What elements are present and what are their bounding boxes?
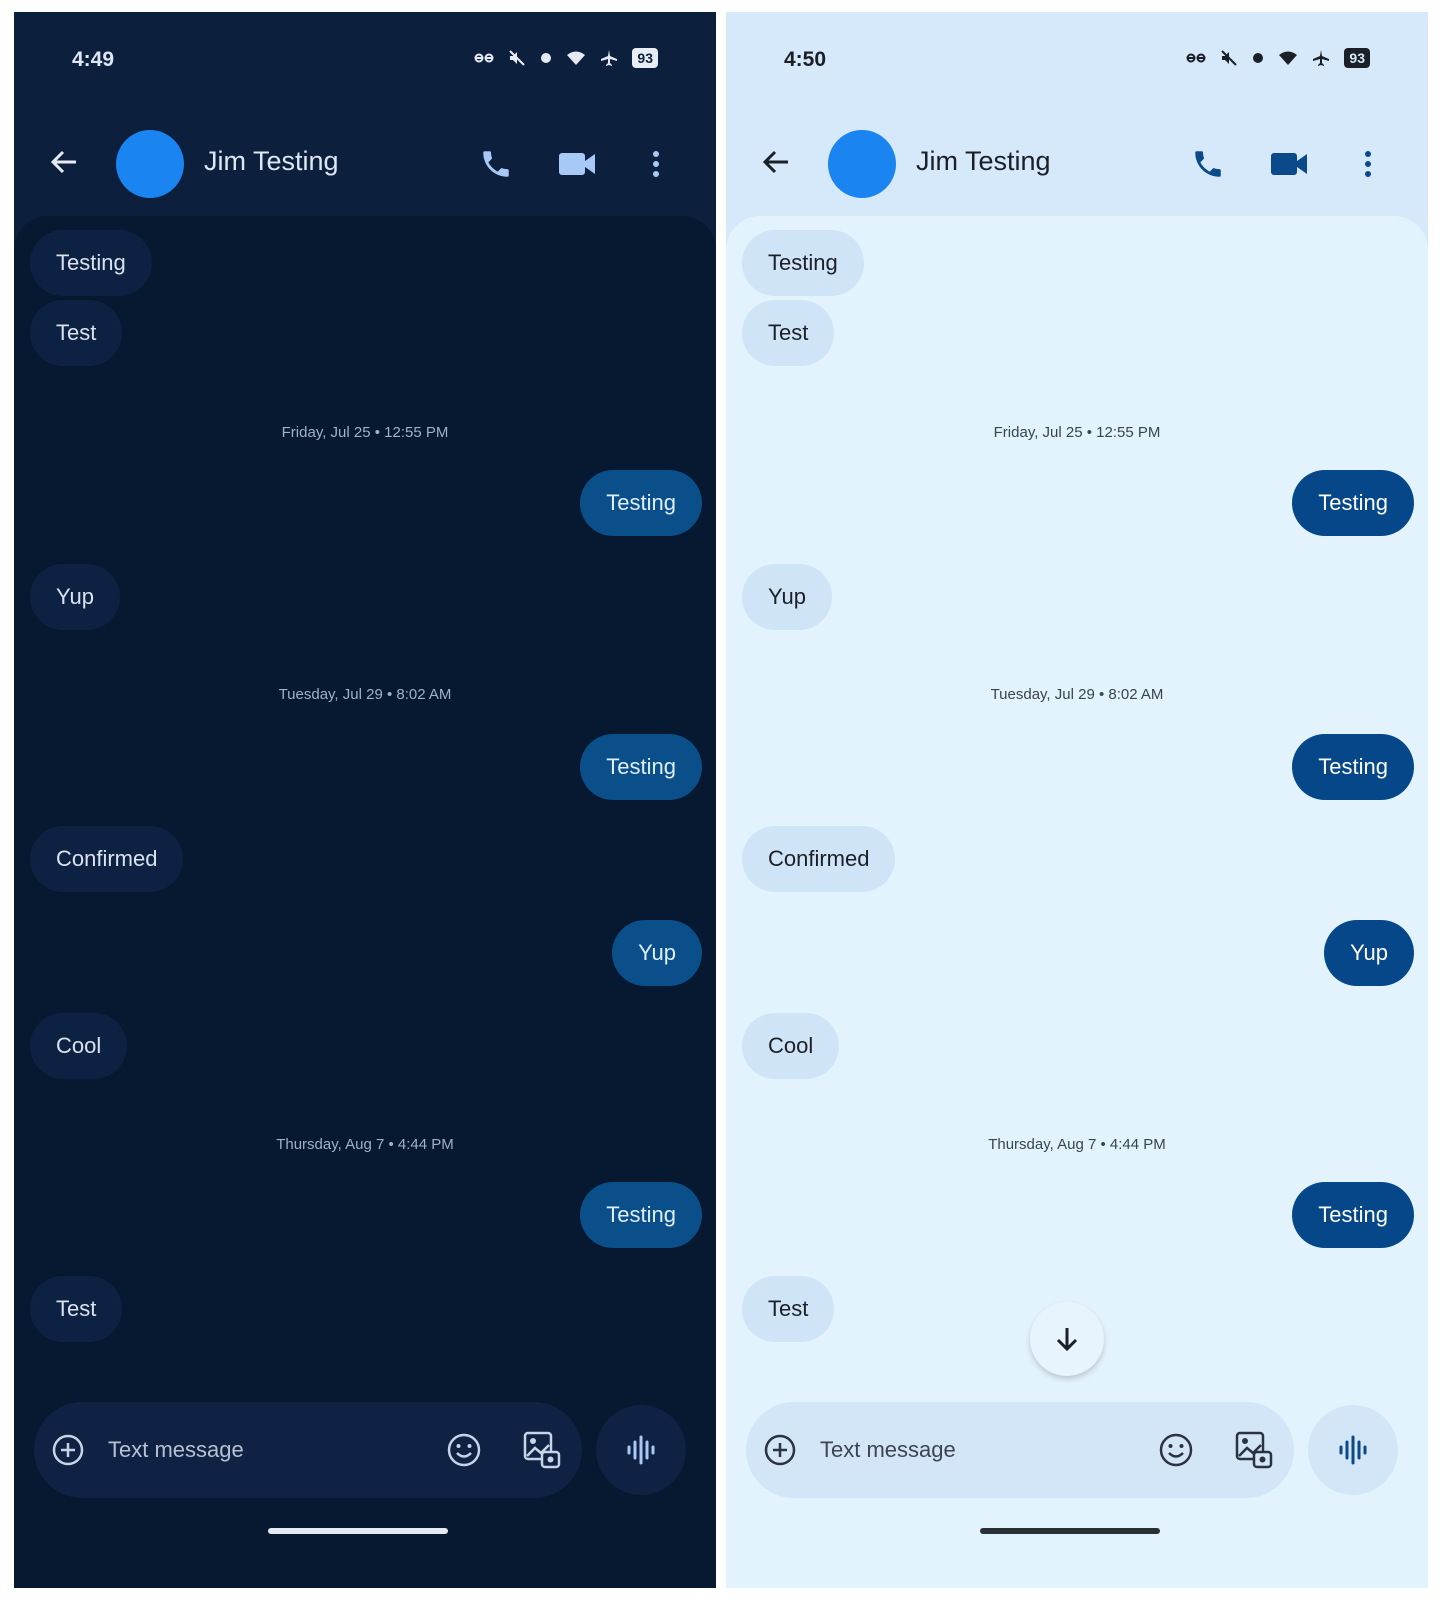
call-button[interactable] — [1186, 144, 1230, 184]
message-bubble-incoming[interactable]: Confirmed — [742, 826, 896, 892]
video-call-button[interactable] — [552, 144, 602, 184]
plus-circle-icon — [52, 1434, 84, 1466]
back-button[interactable] — [44, 142, 84, 182]
wifi-icon — [566, 50, 586, 66]
message-bubble-incoming[interactable]: Yup — [742, 564, 832, 630]
scroll-to-bottom-button[interactable] — [1030, 1302, 1104, 1376]
status-time: 4:49 — [72, 48, 115, 71]
message-list[interactable]: Testing Test Friday, Jul 25 • 12:55 PM T… — [726, 216, 1428, 1588]
waveform-icon — [627, 1435, 655, 1465]
phone-icon — [1195, 151, 1221, 177]
date-separator: Tuesday, Jul 29 • 8:02 AM — [278, 686, 452, 703]
link-icon — [1186, 52, 1206, 64]
add-attachment-button[interactable] — [760, 1430, 800, 1470]
message-input[interactable] — [108, 1432, 428, 1468]
date-separator: Friday, Jul 25 • 12:55 PM — [993, 424, 1161, 441]
status-icons: 93 — [474, 48, 658, 68]
message-bubble-outgoing[interactable]: Yup — [612, 920, 702, 986]
avatar[interactable] — [828, 130, 896, 198]
dot-icon — [1252, 52, 1264, 64]
emoji-icon — [447, 1433, 481, 1467]
compose-bar — [34, 1402, 582, 1498]
waveform-icon — [1339, 1435, 1367, 1465]
date-separator: Tuesday, Jul 29 • 8:02 AM — [990, 686, 1164, 703]
phone-screen-dark: 4:49 93 Jim Testing Testing Test Friday,… — [14, 12, 716, 1588]
contact-name[interactable]: Jim Testing — [916, 146, 1051, 177]
link-icon — [474, 52, 494, 64]
compose-bar — [746, 1402, 1294, 1498]
gallery-icon — [1235, 1431, 1273, 1469]
message-input[interactable] — [820, 1432, 1140, 1468]
gallery-button[interactable] — [520, 1428, 564, 1472]
arrow-left-icon — [50, 150, 76, 174]
dot-icon — [540, 52, 552, 64]
message-bubble-outgoing[interactable]: Testing — [580, 470, 702, 536]
arrow-down-icon — [1056, 1328, 1078, 1352]
video-camera-icon — [1271, 153, 1307, 175]
voice-message-button[interactable] — [596, 1405, 686, 1495]
message-bubble-incoming[interactable]: Yup — [30, 564, 120, 630]
message-bubble-incoming[interactable]: Testing — [30, 230, 152, 296]
status-icons: 93 — [1186, 48, 1370, 68]
message-bubble-outgoing[interactable]: Testing — [1292, 734, 1414, 800]
gallery-button[interactable] — [1232, 1428, 1276, 1472]
message-bubble-outgoing[interactable]: Testing — [580, 1182, 702, 1248]
more-vert-icon — [653, 151, 659, 177]
home-indicator[interactable] — [980, 1528, 1160, 1534]
phone-icon — [483, 151, 509, 177]
video-camera-icon — [559, 153, 595, 175]
voice-message-button[interactable] — [1308, 1405, 1398, 1495]
video-call-button[interactable] — [1264, 144, 1314, 184]
gallery-icon — [523, 1431, 561, 1469]
date-separator: Thursday, Aug 7 • 4:44 PM — [988, 1136, 1166, 1153]
status-time: 4:50 — [784, 48, 827, 71]
mute-icon — [508, 49, 526, 67]
airplane-icon — [1312, 49, 1330, 67]
more-vert-icon — [1365, 151, 1371, 177]
more-options-button[interactable] — [636, 144, 676, 184]
emoji-button[interactable] — [444, 1430, 484, 1470]
mute-icon — [1220, 49, 1238, 67]
message-bubble-outgoing[interactable]: Yup — [1324, 920, 1414, 986]
status-bar: 4:49 93 — [14, 12, 716, 112]
status-bar: 4:50 93 — [726, 12, 1428, 112]
battery-indicator: 93 — [632, 48, 658, 68]
home-indicator[interactable] — [268, 1528, 448, 1534]
date-separator: Thursday, Aug 7 • 4:44 PM — [276, 1136, 454, 1153]
arrow-left-icon — [762, 150, 788, 174]
message-bubble-outgoing[interactable]: Testing — [1292, 470, 1414, 536]
message-bubble-incoming[interactable]: Confirmed — [30, 826, 184, 892]
avatar[interactable] — [116, 130, 184, 198]
message-list[interactable]: Testing Test Friday, Jul 25 • 12:55 PM T… — [14, 216, 716, 1588]
emoji-icon — [1159, 1433, 1193, 1467]
message-bubble-incoming[interactable]: Test — [30, 1276, 123, 1342]
back-button[interactable] — [756, 142, 796, 182]
more-options-button[interactable] — [1348, 144, 1388, 184]
call-button[interactable] — [474, 144, 518, 184]
airplane-icon — [600, 49, 618, 67]
message-bubble-incoming[interactable]: Cool — [30, 1013, 128, 1079]
message-bubble-incoming[interactable]: Cool — [742, 1013, 840, 1079]
phone-screen-light: 4:50 93 Jim Testing Testing Test Friday,… — [726, 12, 1428, 1588]
emoji-button[interactable] — [1156, 1430, 1196, 1470]
plus-circle-icon — [764, 1434, 796, 1466]
message-bubble-outgoing[interactable]: Testing — [580, 734, 702, 800]
message-bubble-incoming[interactable]: Test — [742, 300, 835, 366]
message-bubble-incoming[interactable]: Test — [30, 300, 123, 366]
add-attachment-button[interactable] — [48, 1430, 88, 1470]
message-bubble-incoming[interactable]: Test — [742, 1276, 835, 1342]
date-separator: Friday, Jul 25 • 12:55 PM — [281, 424, 449, 441]
message-bubble-incoming[interactable]: Testing — [742, 230, 864, 296]
contact-name[interactable]: Jim Testing — [204, 146, 339, 177]
message-bubble-outgoing[interactable]: Testing — [1292, 1182, 1414, 1248]
battery-indicator: 93 — [1344, 48, 1370, 68]
wifi-icon — [1278, 50, 1298, 66]
